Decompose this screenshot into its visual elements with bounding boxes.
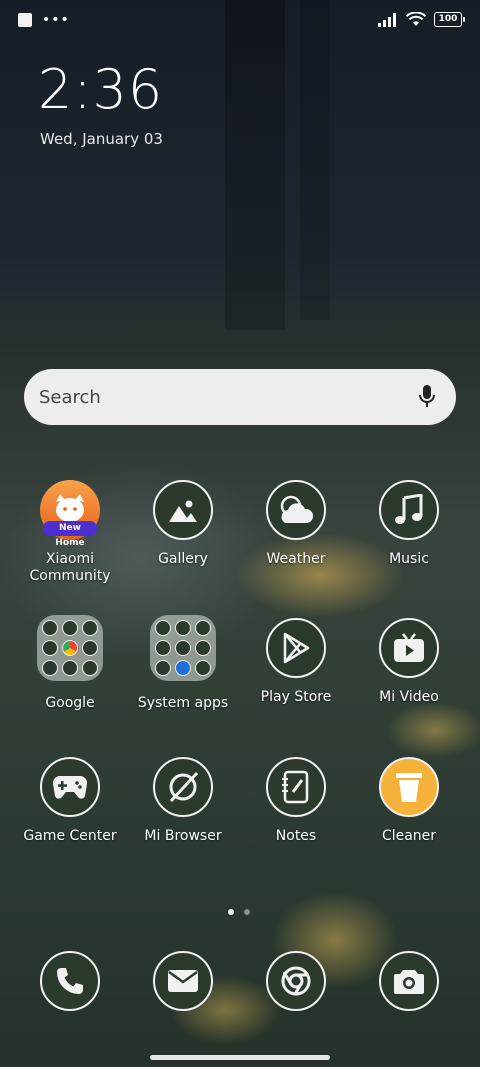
messages-icon xyxy=(153,951,213,1011)
google-folder-icon xyxy=(37,615,103,681)
app-xiaomi-community[interactable]: New Home Xiaomi Community xyxy=(15,480,125,585)
page-dot xyxy=(244,909,250,915)
system-apps-folder-icon xyxy=(150,615,216,681)
app-gallery[interactable]: Gallery xyxy=(128,480,238,568)
wallpaper-tree xyxy=(300,0,330,320)
gesture-home-bar[interactable] xyxy=(150,1055,330,1060)
search-bar[interactable]: Search xyxy=(24,369,456,425)
clock-time[interactable]: 2:36 xyxy=(38,58,163,121)
game-center-icon xyxy=(40,757,100,817)
app-label: Mi Browser xyxy=(144,828,222,844)
app-notes[interactable]: Notes xyxy=(241,757,351,845)
chrome-icon xyxy=(266,951,326,1011)
clock-date[interactable]: Wed, January 03 xyxy=(40,130,163,148)
app-label: Mi Video xyxy=(379,689,439,705)
dock-chrome[interactable] xyxy=(241,951,351,1011)
folder-system-apps[interactable]: System apps xyxy=(128,615,238,712)
page-indicator[interactable] xyxy=(228,909,250,915)
app-weather[interactable]: Weather xyxy=(241,480,351,568)
app-label: Notes xyxy=(275,828,317,844)
phone-icon xyxy=(40,951,100,1011)
gallery-icon xyxy=(153,480,213,540)
dock-camera[interactable] xyxy=(354,951,464,1011)
wallpaper-tree xyxy=(225,0,285,330)
app-cleaner[interactable]: Cleaner xyxy=(354,757,464,845)
weather-icon xyxy=(266,480,326,540)
app-label: Music xyxy=(389,551,429,567)
status-bar: ••• 100 xyxy=(0,0,480,42)
app-music[interactable]: Music xyxy=(354,480,464,568)
dock-phone[interactable] xyxy=(15,951,125,1011)
app-label: Play Store xyxy=(260,689,332,705)
battery-icon: 100 xyxy=(434,12,465,27)
dock-messages[interactable] xyxy=(128,951,238,1011)
app-game-center[interactable]: Game Center xyxy=(15,757,125,845)
xiaomi-community-icon: New Home xyxy=(40,480,100,548)
cleaner-icon xyxy=(379,757,439,817)
camera-icon xyxy=(379,951,439,1011)
app-label: Game Center xyxy=(23,828,117,844)
app-mi-browser[interactable]: Mi Browser xyxy=(128,757,238,845)
music-icon xyxy=(379,480,439,540)
wifi-icon xyxy=(406,12,426,26)
app-label: Cleaner xyxy=(381,828,437,844)
new-home-badge: New Home xyxy=(43,521,97,548)
app-label: Gallery xyxy=(158,551,208,567)
mi-browser-icon xyxy=(153,757,213,817)
app-mi-video[interactable]: Mi Video xyxy=(354,618,464,706)
mi-video-icon xyxy=(379,618,439,678)
search-placeholder: Search xyxy=(39,387,101,408)
notification-icon xyxy=(18,13,32,27)
more-notifications-icon: ••• xyxy=(42,12,70,28)
page-dot-active xyxy=(228,909,234,915)
app-play-store[interactable]: Play Store xyxy=(241,618,351,706)
notes-icon xyxy=(266,757,326,817)
app-label: System apps xyxy=(137,695,229,711)
microphone-icon[interactable] xyxy=(418,384,436,410)
app-label: Xiaomi Community xyxy=(29,551,111,584)
signal-icon xyxy=(378,12,396,27)
play-store-icon xyxy=(266,618,326,678)
app-label: Weather xyxy=(266,551,326,567)
app-label: Google xyxy=(45,695,95,711)
folder-google[interactable]: Google xyxy=(15,615,125,712)
